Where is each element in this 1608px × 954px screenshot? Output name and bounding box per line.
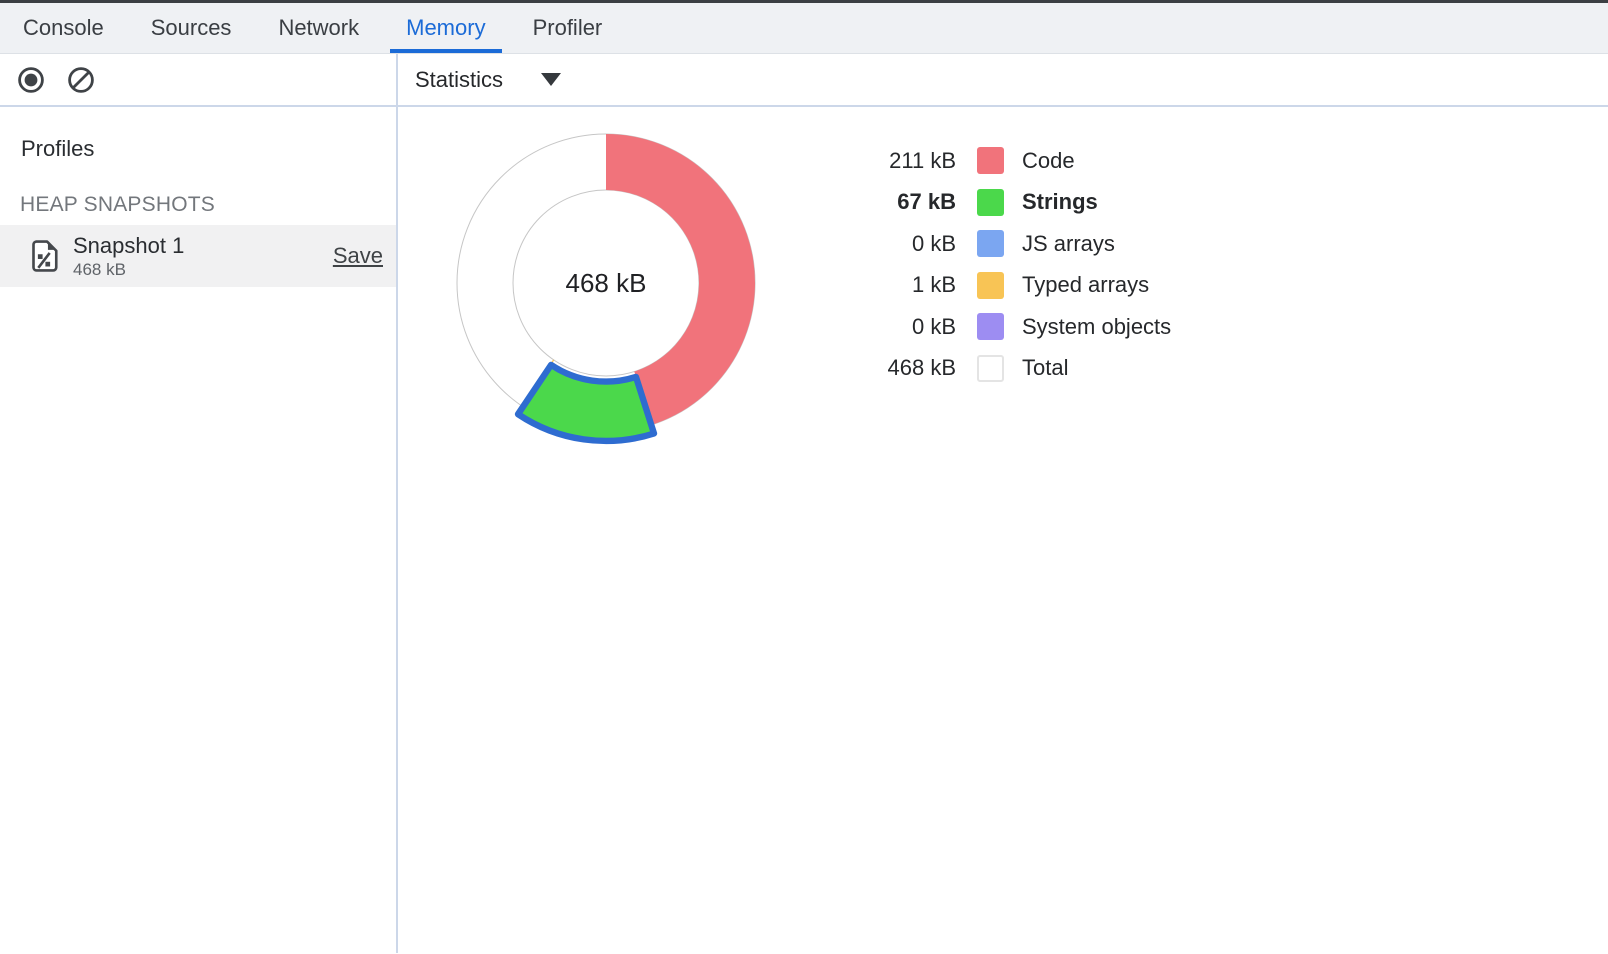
record-heap-snapshot-button[interactable] <box>17 66 45 94</box>
profiles-heading: Profiles <box>21 136 396 162</box>
record-icon <box>17 66 45 94</box>
perspective-dropdown[interactable]: Statistics <box>415 67 561 93</box>
legend-row-system-objects[interactable]: 0 kB System objects <box>826 306 1171 348</box>
profiles-toolbar <box>0 54 396 107</box>
donut-ring-outline <box>513 190 699 376</box>
legend-label-strings: Strings <box>1022 189 1098 215</box>
legend-label-system-objects: System objects <box>1022 314 1171 340</box>
legend-swatch-total <box>977 355 1004 382</box>
legend-value-total: 468 kB <box>826 355 956 381</box>
snapshot-size: 468 kB <box>73 260 184 279</box>
save-link[interactable]: Save <box>333 243 383 269</box>
snapshot-text-block: Snapshot 1 468 kB <box>73 234 184 279</box>
legend-row-code[interactable]: 211 kB Code <box>826 140 1171 182</box>
legend-label-code: Code <box>1022 148 1075 174</box>
profiles-sidebar-pane: Profiles HEAP SNAPSHOTS Snapshot 1 468 k… <box>0 54 398 953</box>
heap-statistics-donut-chart[interactable] <box>441 118 771 448</box>
legend-swatch-code <box>977 147 1004 174</box>
sidebar-item-snapshot-1[interactable]: Snapshot 1 468 kB Save <box>0 225 396 287</box>
legend-row-js-arrays[interactable]: 0 kB JS arrays <box>826 223 1171 265</box>
legend-label-js-arrays: JS arrays <box>1022 231 1115 257</box>
legend-row-typed-arrays[interactable]: 1 kB Typed arrays <box>826 265 1171 307</box>
legend-row-strings[interactable]: 67 kB Strings <box>826 182 1171 224</box>
profiles-sidebar: Profiles HEAP SNAPSHOTS Snapshot 1 468 k… <box>0 107 396 953</box>
tab-sources[interactable]: Sources <box>135 3 248 53</box>
legend-swatch-js-arrays <box>977 230 1004 257</box>
legend-label-typed-arrays: Typed arrays <box>1022 272 1149 298</box>
legend-value-typed-arrays: 1 kB <box>826 272 956 298</box>
legend-label-total: Total <box>1022 355 1068 381</box>
legend-value-strings: 67 kB <box>826 189 956 215</box>
tab-console[interactable]: Console <box>7 3 120 53</box>
statistics-toolbar: Statistics <box>398 54 1608 107</box>
heap-snapshots-section-heading: HEAP SNAPSHOTS <box>20 192 396 218</box>
statistics-chart-area: 468 kB 211 kB Code 67 kB Strings 0 kB JS arra… <box>398 107 1608 953</box>
legend-value-system-objects: 0 kB <box>826 314 956 340</box>
heap-snapshot-document-icon <box>30 238 58 274</box>
clear-profiles-button[interactable] <box>67 66 95 94</box>
dropdown-caret-icon <box>541 73 561 86</box>
chart-segment-strings[interactable] <box>518 365 654 441</box>
panel-body: Profiles HEAP SNAPSHOTS Snapshot 1 468 k… <box>0 54 1608 953</box>
legend-value-code: 211 kB <box>826 148 956 174</box>
snapshot-title: Snapshot 1 <box>73 234 184 258</box>
clear-icon <box>67 66 95 94</box>
tab-profiler[interactable]: Profiler <box>517 3 619 53</box>
legend-row-total[interactable]: 468 kB Total <box>826 348 1171 390</box>
legend-swatch-system-objects <box>977 313 1004 340</box>
chart-legend: 211 kB Code 67 kB Strings 0 kB JS arrays 1 kB T… <box>826 140 1171 389</box>
tab-memory[interactable]: Memory <box>390 3 501 53</box>
legend-swatch-strings <box>977 189 1004 216</box>
legend-value-js-arrays: 0 kB <box>826 231 956 257</box>
statistics-pane: Statistics 468 kB 211 kB Code 67 kB Strings… <box>398 54 1608 953</box>
tab-network[interactable]: Network <box>262 3 375 53</box>
tab-bar: Console Sources Network Memory Profiler <box>0 3 1608 54</box>
perspective-dropdown-label: Statistics <box>415 67 503 93</box>
legend-swatch-typed-arrays <box>977 272 1004 299</box>
